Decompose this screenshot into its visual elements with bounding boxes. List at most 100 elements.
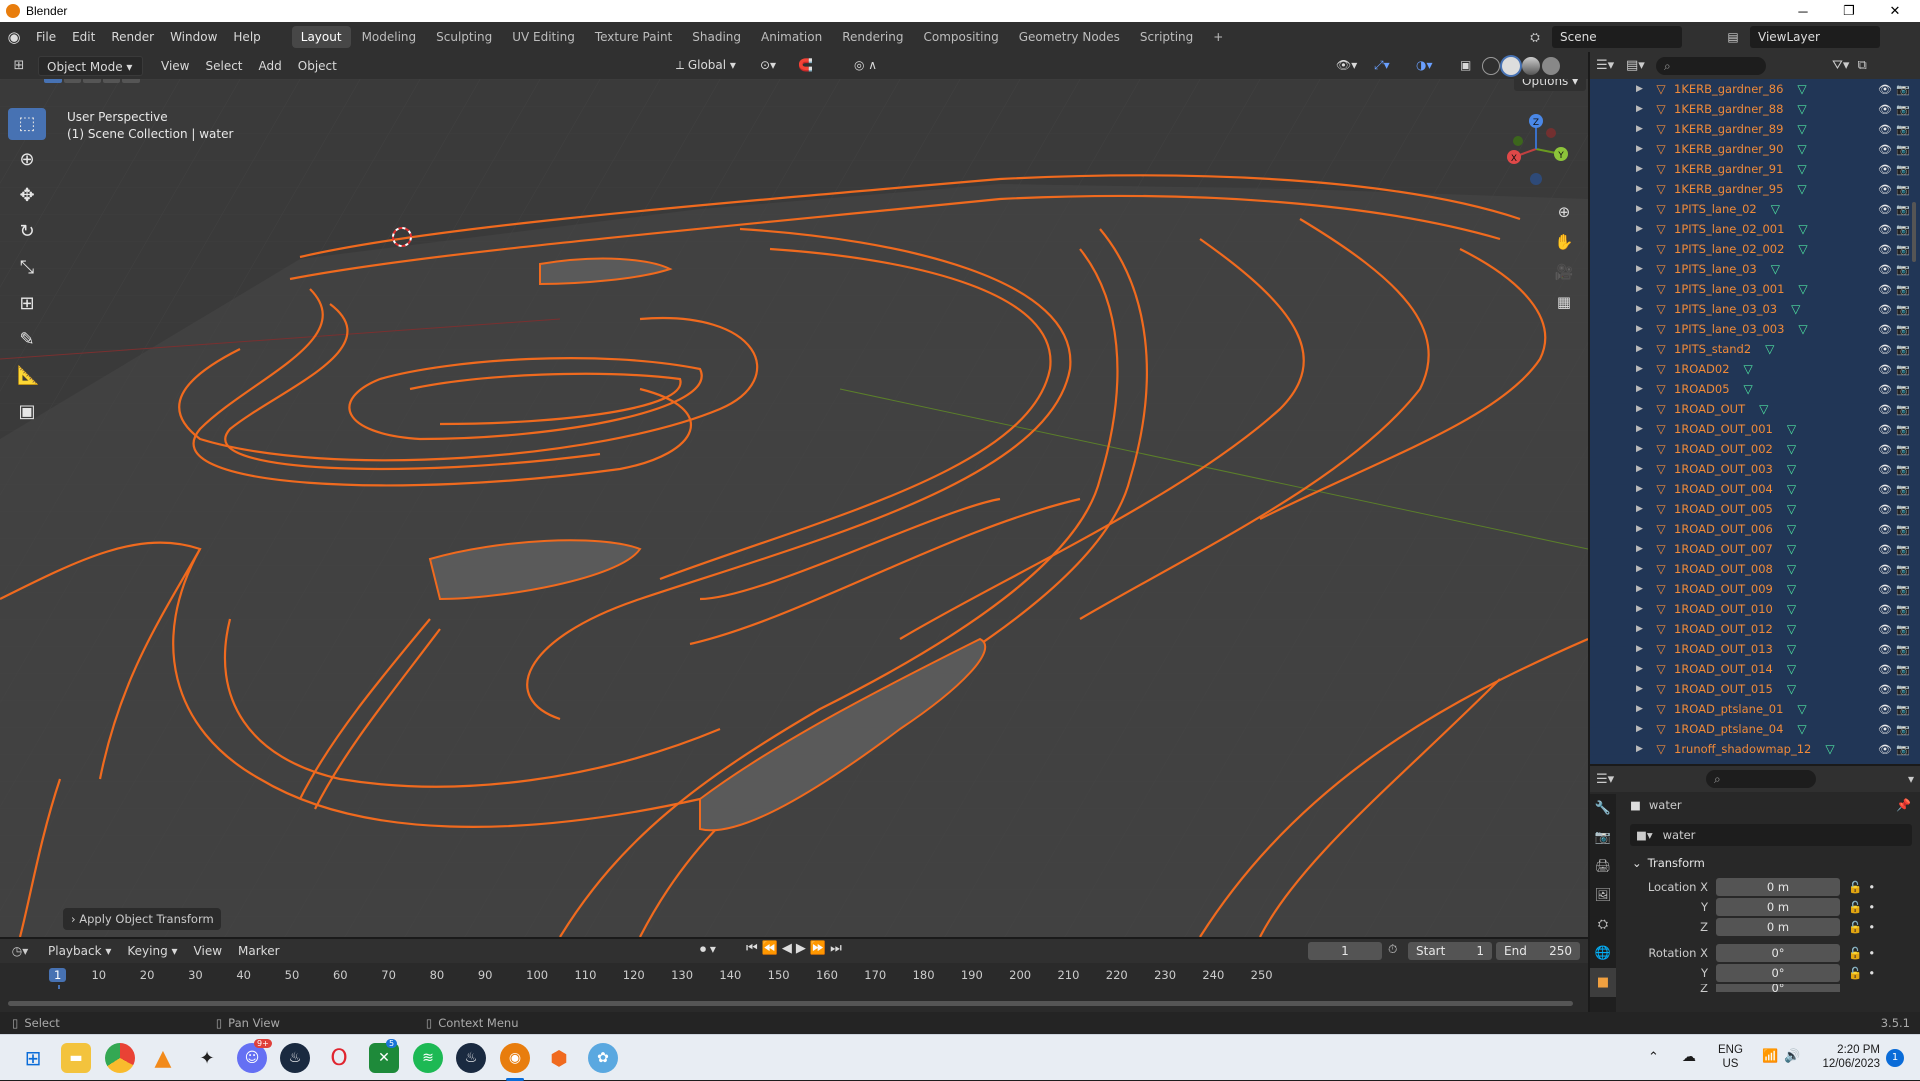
select-intersect-icon[interactable] [122, 79, 140, 83]
outliner-item[interactable]: ▶ ▽ 1KERB_gardner_91 ▽ 👁 📷 [1590, 159, 1920, 179]
outliner-item[interactable]: ▶ ▽ 1ROAD_OUT_015 ▽ 👁 📷 [1590, 679, 1920, 699]
outliner-item[interactable]: ▶ ▽ 1KERB_gardner_86 ▽ 👁 📷 [1590, 79, 1920, 99]
eye-icon[interactable]: 👁 [1878, 663, 1892, 676]
outliner-item[interactable]: ▶ ▽ 1PITS_lane_03 ▽ 👁 📷 [1590, 259, 1920, 279]
outliner-item[interactable]: ▶ ▽ 1PITS_lane_03_003 ▽ 👁 📷 [1590, 319, 1920, 339]
outliner-item[interactable]: ▶ ▽ 1ROAD_OUT_005 ▽ 👁 📷 [1590, 499, 1920, 519]
tab-animation[interactable]: Animation [752, 26, 831, 48]
expand-arrow-icon[interactable]: ▶ [1636, 204, 1646, 214]
eye-icon[interactable]: 👁 [1878, 403, 1892, 416]
camera-render-icon[interactable]: 📷 [1896, 683, 1910, 696]
ortho-grid-icon[interactable]: ▦ [1552, 287, 1576, 317]
outliner-item[interactable]: ▶ ▽ 1ROAD_OUT_014 ▽ 👁 📷 [1590, 659, 1920, 679]
keyframe-dot-icon[interactable]: • [1868, 946, 1875, 960]
options-dropdown[interactable]: Options ▾ [1514, 79, 1587, 91]
mesh-data-icon[interactable]: ▽ [1787, 482, 1796, 496]
world-tab-icon[interactable]: 🌐 [1590, 939, 1616, 968]
menu-select[interactable]: Select [197, 56, 250, 76]
outliner-item[interactable]: ▶ ▽ 1ROAD05 ▽ 👁 📷 [1590, 379, 1920, 399]
mesh-data-icon[interactable]: ▽ [1797, 702, 1806, 716]
camera-render-icon[interactable]: 📷 [1896, 143, 1910, 156]
menu-keying[interactable]: Keying ▾ [119, 941, 185, 961]
menu-render[interactable]: Render [103, 22, 162, 52]
outliner-item[interactable]: ▶ ▽ 1KERB_gardner_88 ▽ 👁 📷 [1590, 99, 1920, 119]
menu-help[interactable]: Help [225, 22, 268, 52]
expand-arrow-icon[interactable]: ▶ [1636, 144, 1646, 154]
mesh-data-icon[interactable]: ▽ [1797, 182, 1806, 196]
select-invert-icon[interactable] [102, 79, 121, 83]
app-icon[interactable]: ⬢ [544, 1043, 574, 1073]
mesh-data-icon[interactable]: ▽ [1787, 502, 1796, 516]
keyframe-dot-icon[interactable]: • [1868, 880, 1875, 894]
zoom-icon[interactable]: ⊕ [1552, 197, 1576, 227]
location-x-field[interactable]: 0 m [1716, 878, 1840, 896]
camera-render-icon[interactable]: 📷 [1896, 123, 1910, 136]
expand-arrow-icon[interactable]: ▶ [1636, 224, 1646, 234]
eye-icon[interactable]: 👁 [1878, 303, 1892, 316]
transform-tool[interactable]: ⊞ [8, 288, 46, 320]
outliner-item[interactable]: ▶ ▽ 1PITS_lane_03_03 ▽ 👁 📷 [1590, 299, 1920, 319]
properties-editor-icon[interactable]: ☰▾ [1596, 772, 1626, 787]
menu-timeline-view[interactable]: View [186, 941, 230, 961]
rotation-z-field[interactable]: 0° [1716, 984, 1840, 992]
language-indicator[interactable]: ENG US [1718, 1043, 1743, 1071]
mesh-data-icon[interactable]: ▽ [1797, 122, 1806, 136]
camera-render-icon[interactable]: 📷 [1896, 603, 1910, 616]
mesh-data-icon[interactable]: ▽ [1797, 722, 1806, 736]
tray-chevron-icon[interactable]: ⌃ [1648, 1049, 1659, 1065]
expand-arrow-icon[interactable]: ▶ [1636, 244, 1646, 254]
xray-icon[interactable]: ▣ [1452, 55, 1479, 75]
eye-icon[interactable]: 👁 [1878, 543, 1892, 556]
timeline-scrollbar[interactable] [8, 1001, 1573, 1006]
eye-icon[interactable]: 👁 [1878, 383, 1892, 396]
solid-shading-icon[interactable] [1502, 57, 1520, 75]
jump-start-icon[interactable]: ⏮ [746, 941, 762, 956]
stopwatch-icon[interactable]: ⏱ [1388, 942, 1397, 957]
camera-render-icon[interactable]: 📷 [1896, 483, 1910, 496]
outliner-item[interactable]: ▶ ▽ 1ROAD_ptslane_04 ▽ 👁 📷 [1590, 719, 1920, 739]
tab-geometry-nodes[interactable]: Geometry Nodes [1010, 26, 1129, 48]
tab-uv-editing[interactable]: UV Editing [503, 26, 584, 48]
expand-arrow-icon[interactable]: ▶ [1636, 384, 1646, 394]
visibility-icon[interactable]: 👁▾ [1328, 55, 1365, 75]
outliner-item[interactable]: ▶ ▽ 1ROAD_OUT_006 ▽ 👁 📷 [1590, 519, 1920, 539]
prev-key-icon[interactable]: ⏪ [762, 941, 782, 956]
play-reverse-icon[interactable]: ◀ [782, 941, 796, 956]
vlc-icon[interactable]: ▲ [148, 1043, 178, 1073]
expand-arrow-icon[interactable]: ▶ [1636, 284, 1646, 294]
rotation-x-field[interactable]: 0° [1716, 944, 1840, 962]
select-box-tool[interactable]: ⬚ [8, 108, 46, 140]
camera-render-icon[interactable]: 📷 [1896, 183, 1910, 196]
tool-tab-icon[interactable]: 🔧 [1590, 794, 1616, 823]
notification-badge[interactable]: 1 [1886, 1049, 1904, 1067]
expand-arrow-icon[interactable]: ▶ [1636, 264, 1646, 274]
properties-options-icon[interactable]: ▾ [1908, 772, 1914, 786]
tab-modeling[interactable]: Modeling [353, 26, 426, 48]
add-cube-tool[interactable]: ▣ [8, 396, 46, 428]
add-workspace-button[interactable]: + [1204, 26, 1232, 48]
snap-icon[interactable]: 🧲 [790, 55, 821, 75]
mesh-data-icon[interactable]: ▽ [1771, 262, 1780, 276]
expand-arrow-icon[interactable]: ▶ [1636, 344, 1646, 354]
eye-icon[interactable]: 👁 [1878, 563, 1892, 576]
lock-icon[interactable]: 🔓 [1848, 880, 1862, 894]
proportional-edit-icon[interactable]: ◎ ∧ [846, 55, 885, 75]
outliner-search-input[interactable]: ⌕ [1656, 56, 1766, 75]
mesh-data-icon[interactable]: ▽ [1825, 742, 1834, 756]
select-extend-icon[interactable] [63, 79, 82, 83]
keyframe-dot-icon[interactable]: • [1868, 966, 1875, 980]
mesh-data-icon[interactable]: ▽ [1771, 202, 1780, 216]
eye-icon[interactable]: 👁 [1878, 263, 1892, 276]
wireframe-shading-icon[interactable] [1482, 57, 1500, 75]
expand-arrow-icon[interactable]: ▶ [1636, 304, 1646, 314]
outliner-item[interactable]: ▶ ▽ 1ROAD02 ▽ 👁 📷 [1590, 359, 1920, 379]
mesh-data-icon[interactable]: ▽ [1787, 622, 1796, 636]
camera-render-icon[interactable]: 📷 [1896, 543, 1910, 556]
camera-render-icon[interactable]: 📷 [1896, 343, 1910, 356]
expand-arrow-icon[interactable]: ▶ [1636, 504, 1646, 514]
spotify-icon[interactable]: ≋ [413, 1043, 443, 1073]
steam-client-icon[interactable]: ♨ [456, 1043, 486, 1073]
eye-icon[interactable]: 👁 [1878, 363, 1892, 376]
view-layer-tab-icon[interactable]: 🖼 [1590, 881, 1616, 910]
expand-arrow-icon[interactable]: ▶ [1636, 444, 1646, 454]
